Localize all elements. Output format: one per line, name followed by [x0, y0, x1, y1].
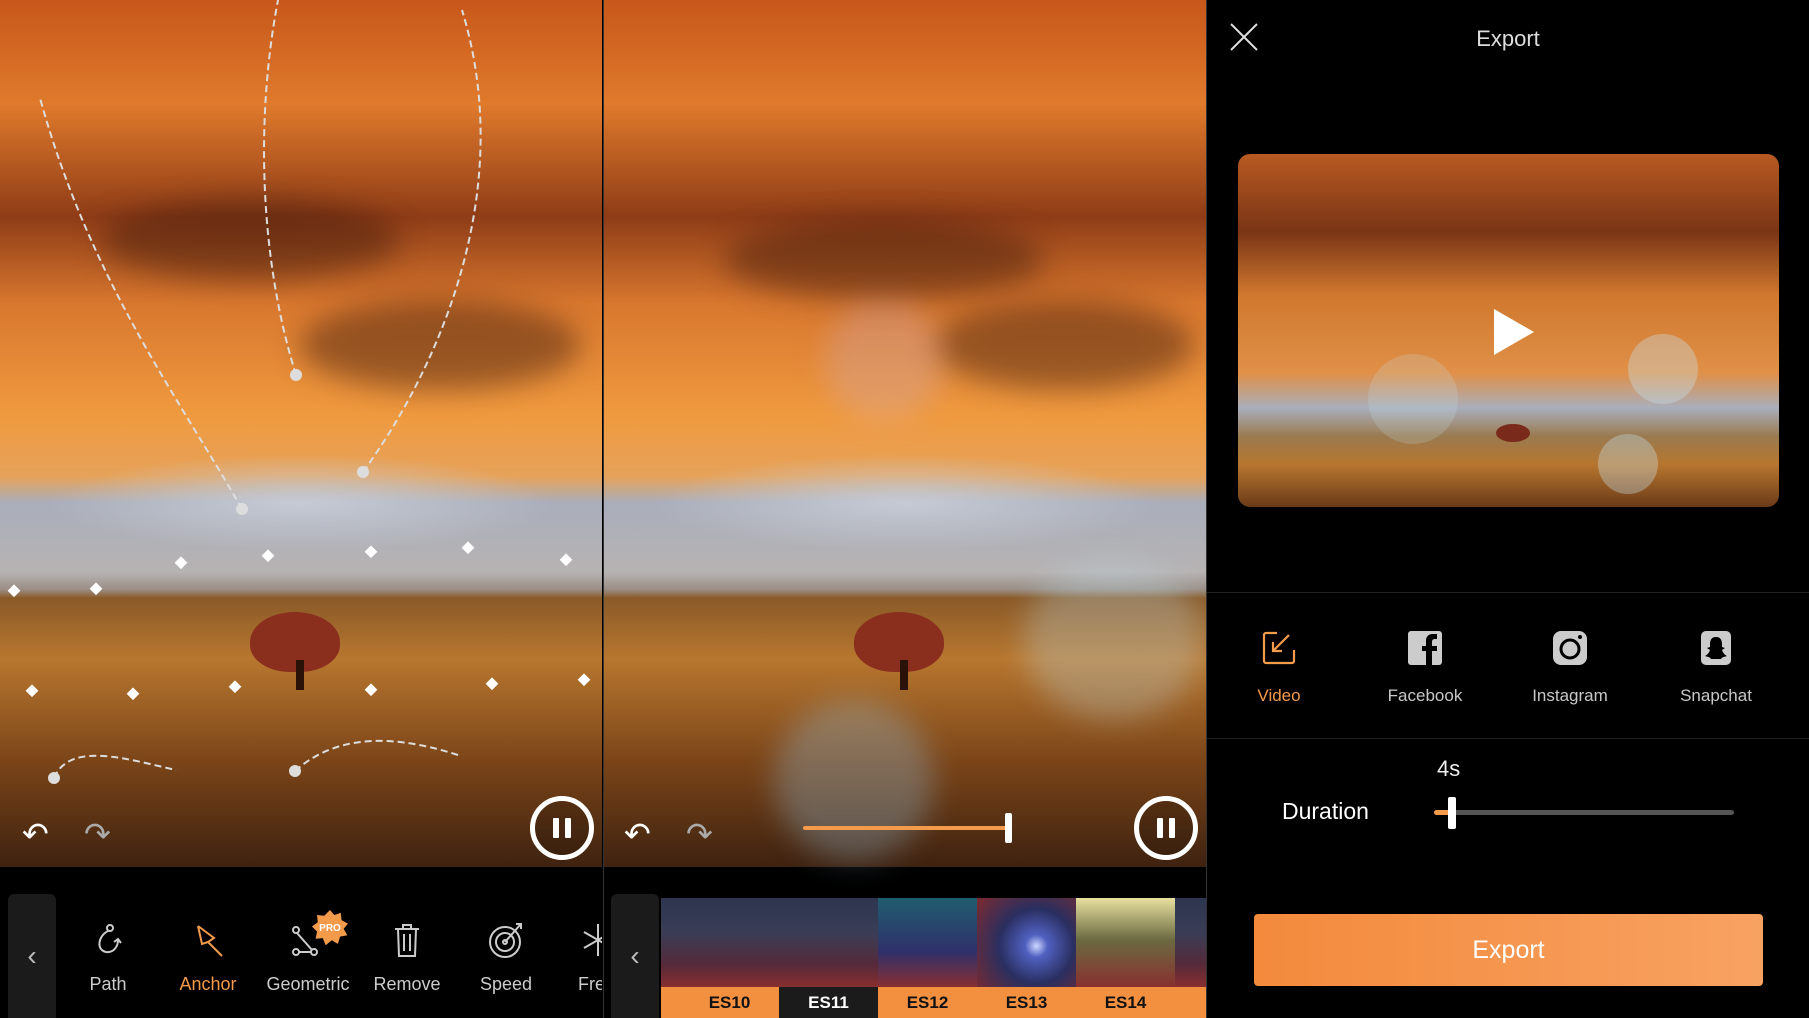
trash-icon: [395, 924, 419, 957]
tool-speed[interactable]: Speed: [458, 920, 554, 995]
effect-es10[interactable]: ES10: [680, 898, 779, 1018]
destination-facebook[interactable]: Facebook: [1365, 630, 1485, 706]
redo-button[interactable]: ↷: [686, 815, 713, 853]
anchor-pin-icon: [197, 925, 223, 957]
duration-slider[interactable]: [1434, 797, 1734, 829]
tool-freeze[interactable]: Fre: [556, 920, 602, 995]
undo-button[interactable]: ↶: [624, 815, 651, 853]
intensity-slider[interactable]: [803, 813, 1012, 843]
effects-panel: ↶ ↷ ‹ ES10 ES11 ES12 ES13 ES14: [603, 0, 1206, 1018]
pause-button[interactable]: [1134, 796, 1198, 860]
redo-button[interactable]: ↷: [84, 815, 111, 853]
effect-es13[interactable]: ES13: [977, 898, 1076, 1018]
chevron-left-icon: ‹: [27, 940, 37, 971]
instagram-icon: [1553, 631, 1587, 665]
effect-es12[interactable]: ES12: [878, 898, 977, 1018]
duration-label: Duration: [1282, 798, 1369, 824]
chevron-left-icon: ‹: [630, 940, 640, 971]
slider-thumb[interactable]: [1448, 797, 1456, 829]
destination-instagram[interactable]: Instagram: [1510, 630, 1630, 706]
motion-paths[interactable]: [0, 0, 602, 867]
editor-panel: ↶ ↷ ‹ Path Anchor PRO Geometric Remove S…: [0, 0, 602, 1018]
destination-video[interactable]: Video: [1219, 630, 1339, 706]
save-video-icon: [1262, 631, 1296, 665]
destination-snapchat[interactable]: Snapchat: [1656, 630, 1776, 706]
divider: [1207, 592, 1809, 593]
export-button[interactable]: Export: [1254, 914, 1763, 986]
pause-button[interactable]: [530, 796, 594, 860]
snapchat-icon: [1701, 631, 1731, 665]
undo-button[interactable]: ↶: [22, 815, 49, 853]
path-icon: [98, 924, 122, 954]
tool-path[interactable]: Path: [60, 920, 156, 995]
toolbar-back-button[interactable]: ‹: [8, 894, 56, 1018]
facebook-icon: [1408, 631, 1442, 666]
photo-canvas[interactable]: [0, 0, 602, 867]
effect-es11[interactable]: ES11: [779, 898, 878, 1018]
export-panel: Export Video Facebook Instagram Snapchat…: [1206, 0, 1809, 1018]
video-preview[interactable]: [1238, 154, 1779, 507]
speed-icon: [489, 923, 522, 958]
divider: [1207, 738, 1809, 739]
tool-anchor[interactable]: Anchor: [160, 920, 256, 995]
effects-back-button[interactable]: ‹: [611, 894, 659, 1018]
page-title: Export: [1476, 26, 1540, 51]
tool-geometric[interactable]: PRO Geometric: [260, 910, 356, 995]
play-icon[interactable]: [1494, 309, 1534, 355]
effect-thumb-partial[interactable]: [1175, 898, 1206, 1018]
preview-canvas[interactable]: [604, 0, 1206, 867]
effect-es14[interactable]: ES14: [1076, 898, 1175, 1018]
slider-thumb[interactable]: [1005, 813, 1012, 843]
freeze-icon: [583, 924, 602, 956]
tool-remove[interactable]: Remove: [359, 920, 455, 995]
duration-value: 4s: [1437, 756, 1461, 781]
